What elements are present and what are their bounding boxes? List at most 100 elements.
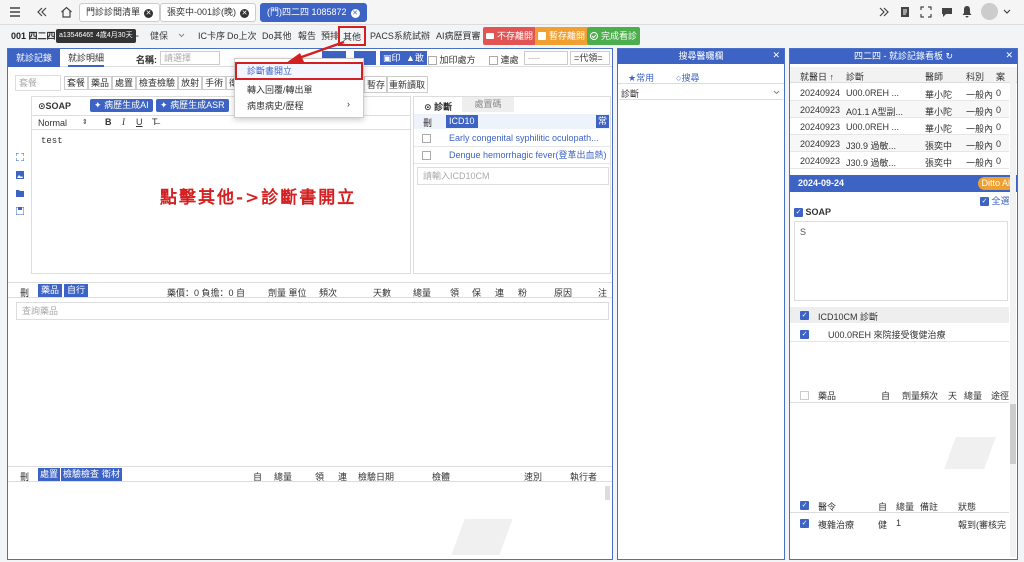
temp-save-exit-button[interactable]: 暫存離開 bbox=[535, 27, 589, 45]
no-save-exit-button[interactable]: 不存離開 bbox=[483, 27, 537, 45]
tab-supplies[interactable]: 衛材 bbox=[100, 468, 123, 481]
history-row[interactable]: 20240923 U00.0REH ... 華小陀 一般內 0 bbox=[790, 118, 1009, 135]
sensitive-button[interactable]: ▲敢 bbox=[403, 51, 427, 65]
underline-button[interactable]: U bbox=[136, 117, 143, 127]
menu-item-medical-history[interactable]: 病患病史/歷程 bbox=[247, 99, 304, 112]
collapse-left-icon[interactable] bbox=[36, 6, 48, 18]
scrollbar-track[interactable] bbox=[1010, 67, 1016, 557]
row-case: 0 bbox=[996, 88, 1002, 98]
code-select[interactable]: =代領= bbox=[570, 51, 610, 65]
soap-checkbox[interactable]: ✓ SOAP bbox=[794, 207, 831, 218]
category-surgery[interactable]: 手術 bbox=[202, 76, 227, 90]
icd-row[interactable]: ✓ U00.0REH 來院接受復健治療 bbox=[790, 325, 1009, 342]
ai-review-button[interactable]: AI病歷買審 bbox=[433, 27, 484, 45]
category-treatment[interactable]: 處置 bbox=[112, 76, 137, 90]
history-row[interactable]: 20240923 A01.1 A型副... 華小陀 一般內 0 bbox=[790, 101, 1009, 118]
close-icon[interactable]: ✕ bbox=[240, 9, 250, 18]
tab-label: (門)四二四 1085872 bbox=[267, 7, 347, 17]
add-prescription-checkbox[interactable]: 加印處方 bbox=[428, 53, 476, 66]
format-arrows-icon[interactable]: ⇕ bbox=[82, 118, 88, 126]
name-select[interactable]: 請選擇 bbox=[160, 51, 220, 65]
chat-icon[interactable] bbox=[941, 6, 953, 18]
expand-icon[interactable] bbox=[16, 153, 24, 161]
category-package[interactable]: 套餐 bbox=[64, 76, 89, 90]
close-icon[interactable]: ✕ bbox=[350, 9, 360, 18]
tab-patient-record[interactable]: (門)四二四 1085872 ✕ bbox=[260, 3, 367, 22]
close-icon[interactable]: ✕ bbox=[1005, 50, 1013, 61]
tab-visit-record[interactable]: 就診記錄 bbox=[8, 49, 60, 67]
select-all-checkbox[interactable]: ✓ 全選 bbox=[980, 194, 1010, 207]
history-row[interactable]: 20240923 J30.9 過敏... 張奕中 一般內 0 bbox=[790, 135, 1009, 152]
close-icon[interactable]: ✕ bbox=[144, 9, 154, 18]
icd10-input[interactable]: 請輸入ICD10CM bbox=[417, 167, 609, 185]
do-last-button[interactable]: Do上次 bbox=[224, 27, 260, 45]
history-row[interactable]: 20240923 J30.9 過敏... 張奕中 一般內 0 bbox=[790, 152, 1009, 169]
package-search-input[interactable]: 套餐 bbox=[15, 75, 61, 91]
temp-save-button[interactable]: 暫存 bbox=[364, 76, 389, 93]
add-button[interactable]: + bbox=[129, 27, 142, 45]
close-icon[interactable]: ✕ bbox=[772, 50, 780, 61]
history-row[interactable]: 20240924 U00.0REH ... 華小陀 一般內 0 bbox=[790, 84, 1009, 101]
tab-common[interactable]: ★常用 bbox=[628, 71, 654, 84]
scrollbar[interactable] bbox=[605, 486, 610, 500]
asr-generate-button[interactable]: ✦ 病歷生成ASR bbox=[156, 99, 229, 112]
ai-generate-button[interactable]: ✦ 病歷生成AI bbox=[90, 99, 153, 112]
menu-item-referral[interactable]: 轉入回覆/轉出單 bbox=[247, 83, 313, 96]
category-lab[interactable]: 檢查檢驗 bbox=[136, 76, 179, 90]
scrollbar-thumb[interactable] bbox=[1010, 404, 1016, 464]
tab-diagnosis[interactable]: ⊙ 診斷 bbox=[424, 100, 452, 113]
tab-medicine[interactable]: 藥品 bbox=[38, 284, 63, 297]
folder-icon[interactable] bbox=[16, 189, 24, 197]
dash-select[interactable]: ---- bbox=[524, 51, 568, 65]
tab-visit-detail[interactable]: 就診明細 bbox=[68, 49, 105, 67]
italic-button[interactable]: I bbox=[122, 117, 125, 127]
tab-clinic-list[interactable]: 門診診間清單 ✕ bbox=[79, 3, 161, 22]
image-icon[interactable] bbox=[16, 171, 24, 179]
order-row-checkbox[interactable]: ✓ bbox=[800, 518, 809, 529]
tab-self-pay[interactable]: 自行 bbox=[64, 284, 89, 297]
patient-id-badge: a13546465 bbox=[56, 29, 98, 43]
sort-up-icon[interactable]: ↑ bbox=[830, 72, 835, 82]
order-row[interactable]: ✓ 複雜治療 健 1 報到(審核完 bbox=[790, 515, 1009, 531]
tab-lab-exam[interactable]: 檢驗檢查 bbox=[61, 468, 102, 481]
tab-doctor-session[interactable]: 張奕中-001診(晚) ✕ bbox=[160, 3, 257, 22]
category-radiology[interactable]: 放射 bbox=[178, 76, 203, 90]
bell-icon[interactable] bbox=[961, 5, 973, 18]
hamburger-menu-icon[interactable] bbox=[9, 6, 21, 18]
col-days: 天 bbox=[948, 391, 958, 401]
fullscreen-icon[interactable] bbox=[920, 6, 932, 18]
soap-editor: ⊙SOAP ✦ 病歷生成AI ✦ 病歷生成ASR Normal ⇕ B I U … bbox=[31, 96, 411, 274]
insurance-select[interactable]: 健保 bbox=[147, 27, 187, 45]
medicine-history-checkbox[interactable] bbox=[800, 390, 809, 401]
diagnosis-row[interactable]: Dengue hemorrhagic fever(登革出血熱) bbox=[414, 147, 610, 164]
chevron-down-icon[interactable] bbox=[1003, 9, 1011, 15]
save-disk-icon[interactable] bbox=[16, 207, 24, 215]
medicine-search-input[interactable]: 查詢藥品 bbox=[16, 302, 609, 320]
category-medicine[interactable]: 藥品 bbox=[88, 76, 113, 90]
continuous-checkbox[interactable]: 連處 bbox=[489, 53, 519, 66]
format-select[interactable]: Normal bbox=[38, 118, 67, 128]
annotation-text: 點擊其他->診斷書開立 bbox=[160, 188, 357, 208]
order-type-select[interactable]: 診斷 bbox=[619, 86, 783, 100]
refresh-icon[interactable]: ↻ bbox=[945, 51, 953, 61]
reload-button[interactable]: 重新讀取 bbox=[386, 76, 429, 93]
icd-checkbox[interactable]: ✓ bbox=[800, 310, 809, 321]
tab-treatment[interactable]: 處置 bbox=[38, 468, 61, 481]
diagnosis-row[interactable]: Early congenital syphilitic oculopath... bbox=[414, 130, 610, 147]
pacs-button[interactable]: PACS系統 bbox=[367, 27, 415, 45]
order-checkbox[interactable]: ✓ bbox=[800, 500, 809, 511]
bold-button[interactable]: B bbox=[105, 117, 112, 127]
clear-format-button[interactable]: T̶ bbox=[152, 117, 158, 127]
avatar[interactable] bbox=[981, 3, 998, 20]
tab-search[interactable]: ○搜尋 bbox=[676, 71, 699, 84]
home-icon[interactable] bbox=[60, 6, 73, 18]
expand-right-icon[interactable] bbox=[878, 6, 890, 18]
print-button[interactable]: ▣印 bbox=[380, 51, 404, 65]
trial-button[interactable]: 試辦 bbox=[409, 27, 433, 45]
complete-visit-button[interactable]: 完成看診 bbox=[587, 27, 641, 45]
icd-row-checkbox[interactable]: ✓ bbox=[800, 329, 809, 340]
row-doctor: 華小陀 bbox=[925, 124, 953, 134]
editor-text[interactable]: test bbox=[41, 136, 63, 146]
tab-procedure-code[interactable]: 處置碼 bbox=[462, 97, 514, 112]
document-icon[interactable] bbox=[900, 6, 910, 18]
